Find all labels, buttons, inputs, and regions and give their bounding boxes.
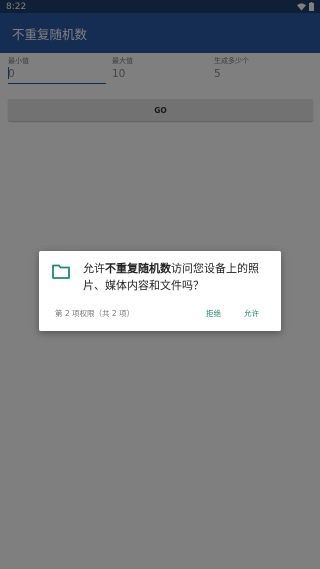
permission-counter: 第 2 项权限（共 2 项） — [55, 309, 135, 318]
message-prefix: 允许 — [83, 262, 105, 275]
deny-button[interactable]: 拒绝 — [206, 308, 221, 319]
permission-dialog: 允许不重复随机数访问您设备上的照片、媒体内容和文件吗？ 第 2 项权限（共 2 … — [39, 251, 281, 331]
permission-message: 允许不重复随机数访问您设备上的照片、媒体内容和文件吗？ — [83, 260, 275, 294]
folder-icon — [52, 264, 70, 279]
message-app-name: 不重复随机数 — [105, 262, 171, 275]
allow-button[interactable]: 允许 — [244, 308, 259, 319]
